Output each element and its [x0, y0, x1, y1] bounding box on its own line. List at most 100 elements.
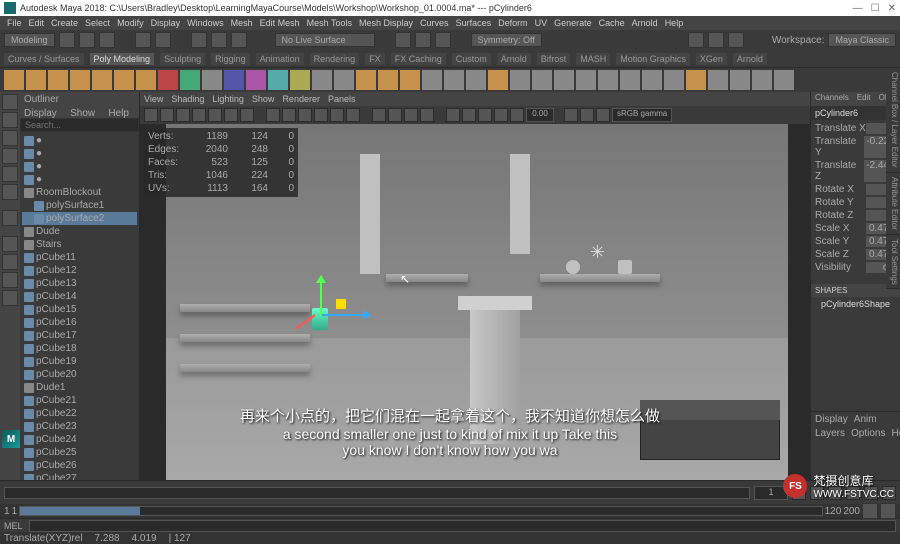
vp-menu-lighting[interactable]: Lighting: [212, 94, 244, 104]
rotate-tool[interactable]: [2, 166, 18, 182]
outliner-item-3[interactable]: ●: [22, 173, 137, 186]
shelf-icon-17[interactable]: [378, 70, 398, 90]
shelf-icon-26[interactable]: [576, 70, 596, 90]
vp-tool-0[interactable]: [144, 108, 158, 122]
outliner-item-16[interactable]: pCube18: [22, 342, 137, 355]
shelf-tab-11[interactable]: MASH: [576, 53, 610, 65]
shelf-icon-20[interactable]: [444, 70, 464, 90]
shelf-icon-21[interactable]: [466, 70, 486, 90]
vp-tool-10[interactable]: [314, 108, 328, 122]
outliner-menu-help[interactable]: Help: [108, 108, 129, 116]
menu-mesh-display[interactable]: Mesh Display: [356, 18, 416, 28]
outliner-menu-display[interactable]: Display: [24, 108, 57, 116]
shelf-icon-2[interactable]: [48, 70, 68, 90]
outliner-item-12[interactable]: pCube14: [22, 290, 137, 303]
menu-file[interactable]: File: [4, 18, 25, 28]
shelf-icon-10[interactable]: [224, 70, 244, 90]
outliner-item-8[interactable]: Stairs: [22, 238, 137, 251]
outliner-item-5[interactable]: polySurface1: [22, 199, 137, 212]
outliner-item-9[interactable]: pCube11: [22, 251, 137, 264]
last-tool[interactable]: [2, 210, 18, 226]
layer-tab-anim[interactable]: Anim: [854, 414, 877, 425]
menu-select[interactable]: Select: [82, 18, 113, 28]
anim-start-field[interactable]: 1: [4, 506, 10, 517]
range-bar[interactable]: [19, 506, 823, 516]
menuset-dropdown[interactable]: Modeling: [4, 33, 55, 47]
menu-mesh-tools[interactable]: Mesh Tools: [304, 18, 355, 28]
shelf-icon-34[interactable]: [752, 70, 772, 90]
gizmo-x-axis[interactable]: [320, 314, 370, 316]
outliner-item-13[interactable]: pCube15: [22, 303, 137, 316]
symmetry-dropdown[interactable]: Symmetry: Off: [471, 33, 542, 47]
move-gizmo[interactable]: [300, 284, 360, 344]
menu-display[interactable]: Display: [148, 18, 184, 28]
paint-tool[interactable]: [2, 130, 18, 146]
outliner-item-14[interactable]: pCube16: [22, 316, 137, 329]
shelf-icon-31[interactable]: [686, 70, 706, 90]
gamma-dropdown[interactable]: sRGB gamma: [612, 108, 672, 122]
workspace-dropdown[interactable]: Maya Classic: [828, 33, 896, 47]
menu-modify[interactable]: Modify: [114, 18, 147, 28]
vp-tool-2[interactable]: [176, 108, 190, 122]
minimize-button[interactable]: —: [853, 3, 863, 14]
redo-icon[interactable]: [155, 32, 171, 48]
shelf-icon-0[interactable]: [4, 70, 24, 90]
shelf-icon-1[interactable]: [26, 70, 46, 90]
shelf-tab-13[interactable]: XGen: [696, 53, 727, 65]
cb-tab-edit[interactable]: Edit: [853, 92, 875, 106]
vp-tool-b1[interactable]: [580, 108, 594, 122]
vp-tool-6[interactable]: [240, 108, 254, 122]
shelf-tab-2[interactable]: Sculpting: [160, 53, 205, 65]
vp-tool-16[interactable]: [420, 108, 434, 122]
outliner-item-11[interactable]: pCube13: [22, 277, 137, 290]
gizmo-y-axis[interactable]: [320, 276, 322, 316]
vp-tool-19[interactable]: [478, 108, 492, 122]
lasso-tool[interactable]: [2, 112, 18, 128]
vp-tool-20[interactable]: [494, 108, 508, 122]
gizmo-xy-plane[interactable]: [336, 299, 346, 309]
shelf-icon-22[interactable]: [488, 70, 508, 90]
timeline-slider[interactable]: [4, 487, 750, 499]
scale-tool[interactable]: [2, 184, 18, 200]
vp-tool-b2[interactable]: [596, 108, 610, 122]
shelf-icon-23[interactable]: [510, 70, 530, 90]
layout2[interactable]: [2, 254, 18, 270]
open-scene-icon[interactable]: [79, 32, 95, 48]
outliner-item-15[interactable]: pCube17: [22, 329, 137, 342]
outliner-item-10[interactable]: pCube12: [22, 264, 137, 277]
layer-tab-display[interactable]: Display: [815, 414, 848, 425]
shelf-icon-3[interactable]: [70, 70, 90, 90]
vp-tool-9[interactable]: [298, 108, 312, 122]
menu-uv[interactable]: UV: [532, 18, 551, 28]
shelf-icon-15[interactable]: [334, 70, 354, 90]
select-mode-icon[interactable]: [191, 32, 207, 48]
shelf-icon-32[interactable]: [708, 70, 728, 90]
shelf-icon-24[interactable]: [532, 70, 552, 90]
shelf-icon-35[interactable]: [774, 70, 794, 90]
shelf-icon-18[interactable]: [400, 70, 420, 90]
snap-curve-icon[interactable]: [415, 32, 431, 48]
shelf-icon-11[interactable]: [246, 70, 266, 90]
menu-create[interactable]: Create: [48, 18, 81, 28]
right-tab[interactable]: Tool Settings: [886, 235, 900, 290]
range-end-field[interactable]: 120: [825, 506, 842, 517]
shelf-tab-1[interactable]: Poly Modeling: [90, 53, 155, 65]
shelf-icon-4[interactable]: [92, 70, 112, 90]
outliner-item-19[interactable]: Dude1: [22, 381, 137, 394]
autokey-icon[interactable]: [862, 503, 878, 519]
vp-tool-7[interactable]: [266, 108, 280, 122]
menu-windows[interactable]: Windows: [184, 18, 227, 28]
vp-tool-15[interactable]: [404, 108, 418, 122]
outliner-item-2[interactable]: ●: [22, 160, 137, 173]
shelf-icon-9[interactable]: [202, 70, 222, 90]
layer-menu-help[interactable]: Help: [891, 428, 900, 439]
mel-label[interactable]: MEL: [4, 521, 23, 531]
outliner-item-4[interactable]: RoomBlockout: [22, 186, 137, 199]
menu-curves[interactable]: Curves: [417, 18, 452, 28]
shape-name[interactable]: pCylinder6Shape: [811, 297, 900, 311]
paint-select-icon[interactable]: [231, 32, 247, 48]
snap-grid-icon[interactable]: [395, 32, 411, 48]
vp-menu-panels[interactable]: Panels: [328, 94, 356, 104]
outliner-item-18[interactable]: pCube20: [22, 368, 137, 381]
outliner-item-0[interactable]: ●: [22, 134, 137, 147]
